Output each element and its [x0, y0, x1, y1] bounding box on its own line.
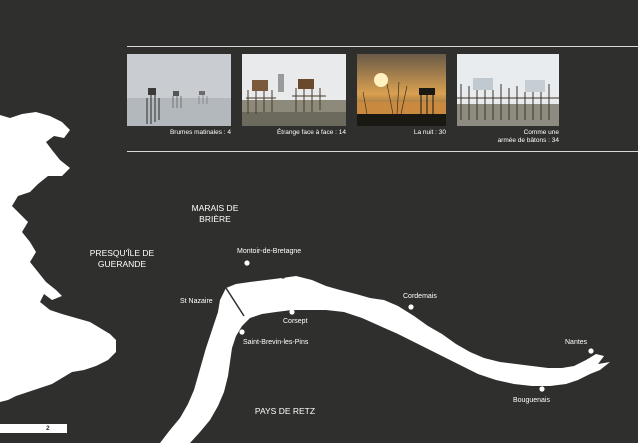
bouguenais-dot [539, 386, 545, 392]
donges-dot [280, 273, 286, 279]
marais-line1: MARAIS DE [191, 203, 239, 213]
region-presquile-de-guerande: PRESQU'ÎLE DE GUERANDE [78, 248, 166, 270]
page-number: 2 [46, 425, 50, 432]
place-st-nazaire: St Nazaire [180, 298, 213, 305]
marais-line2: BRIÈRE [199, 214, 231, 224]
presquile-line2: GUERANDE [97, 259, 147, 269]
montoir-dot [244, 260, 250, 266]
place-montoir: Montoir-de-Bretagne [237, 248, 302, 255]
cordemais-dot [408, 304, 414, 310]
place-nantes: Nantes [565, 339, 588, 346]
place-saint-brevin: Saint-Brevin-les-Pins [243, 339, 309, 346]
nantes-dot [588, 348, 594, 354]
place-cordemais: Cordemais [403, 293, 437, 300]
saint-brevin-dot [239, 329, 245, 335]
region-marais-de-briere: MARAIS DE BRIÈRE [180, 203, 250, 225]
presquile-line1: PRESQU'ÎLE DE [89, 248, 155, 258]
loire-estuary-map [0, 112, 610, 443]
page: Brumes matinales : 4 Étrange face à face… [0, 0, 638, 443]
page-number-bar [0, 424, 67, 433]
place-corsept: Corsept [283, 318, 308, 325]
loire-river [160, 276, 610, 443]
corsept-dot [289, 309, 295, 315]
place-bouguenais: Bouguenais [513, 397, 550, 404]
region-pays-de-retz: PAYS DE RETZ [254, 406, 316, 416]
place-donges: Donges [276, 264, 301, 271]
